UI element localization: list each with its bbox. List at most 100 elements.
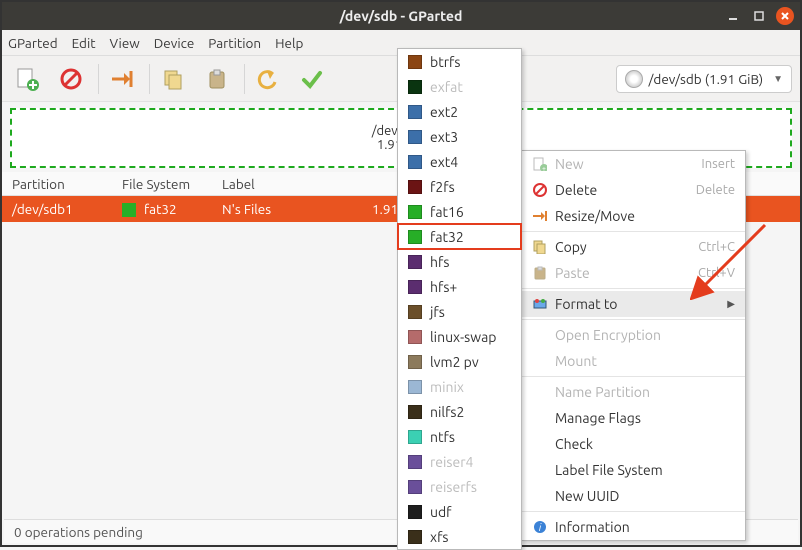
new-icon: + [531,156,549,172]
menu-help[interactable]: Help [275,35,303,51]
menu-device[interactable]: Device [154,35,195,51]
submenu-arrow-icon: ▶ [727,298,735,310]
menu-partition[interactable]: Partition [208,35,261,51]
fs-name-label: ext4 [430,154,458,170]
format-hfs[interactable]: hfs [398,249,521,274]
format-jfs[interactable]: jfs [398,299,521,324]
fs-color-swatch [408,255,422,269]
apply-icon [301,68,323,90]
fs-name-label: ext2 [430,104,458,120]
format-ext3[interactable]: ext3 [398,124,521,149]
cell-filesystem: fat32 [112,201,212,218]
tb-copy[interactable] [156,62,190,96]
menu-edit[interactable]: Edit [72,35,96,51]
close-button[interactable] [776,7,794,25]
col-filesystem[interactable]: File System [112,176,212,192]
maximize-button[interactable] [750,7,768,25]
format-xfs[interactable]: xfs [398,524,521,549]
format-fat32[interactable]: fat32 [398,224,521,249]
ctx-check[interactable]: Check [521,431,745,457]
svg-text:+: + [542,165,546,171]
ctx-open-encryption: Open Encryption [521,322,745,348]
window-controls [724,7,794,25]
fs-color-swatch [408,230,422,244]
fs-name-label: exfat [430,79,463,95]
fs-color-swatch [408,380,422,394]
chevron-down-icon: ▼ [773,73,783,85]
toolbar-separator [98,64,99,94]
disk-icon [625,70,643,88]
ctx-label: Check [555,436,735,452]
fs-color-swatch [408,280,422,294]
ctx-information[interactable]: iInformation [521,514,745,540]
format-hfs-[interactable]: hfs+ [398,274,521,299]
ctx-resize-move[interactable]: Resize/Move [521,203,745,229]
menu-gparted[interactable]: GParted [8,35,58,51]
ctx-label: Information [555,519,735,535]
format-f2fs[interactable]: f2fs [398,174,521,199]
format-fat16[interactable]: fat16 [398,199,521,224]
fs-name-label: jfs [430,304,445,320]
window-titlebar: /dev/sdb - GParted [2,2,800,30]
fs-name-label: fat32 [430,229,464,245]
tb-resize[interactable] [105,62,139,96]
ctx-label: Manage Flags [555,410,735,426]
paste-icon [531,265,549,281]
ctx-accelerator: Delete [696,183,735,197]
ctx-delete[interactable]: DeleteDelete [521,177,745,203]
fs-name-label: ntfs [430,429,455,445]
ctx-label-file-system[interactable]: Label File System [521,457,745,483]
format-reiser4: reiser4 [398,449,521,474]
fs-color-swatch [408,505,422,519]
context-menu-separator [521,288,745,289]
format-nilfs2[interactable]: nilfs2 [398,399,521,424]
fs-color-swatch [408,130,422,144]
format-ext4[interactable]: ext4 [398,149,521,174]
tb-new-partition[interactable] [10,62,44,96]
col-partition[interactable]: Partition [2,176,112,192]
format-udf[interactable]: udf [398,499,521,524]
format-minix: minix [398,374,521,399]
fs-name-label: f2fs [430,179,455,195]
tb-delete[interactable] [54,62,88,96]
copy-icon [531,239,549,255]
cell-partition: /dev/sdb1 [2,201,112,217]
tb-undo[interactable] [251,62,285,96]
partition-context-menu: +NewInsertDeleteDeleteResize/MoveCopyCtr… [520,150,746,541]
fs-name-label: linux-swap [430,329,496,345]
tb-paste[interactable] [200,62,234,96]
ctx-format-to[interactable]: Format to▶ [521,291,745,317]
toolbar-separator [244,64,245,94]
ctx-label: Label File System [555,462,735,478]
format-ext2[interactable]: ext2 [398,99,521,124]
fs-name-label: minix [430,379,464,395]
menu-view[interactable]: View [110,35,140,51]
ctx-label: Open Encryption [555,327,735,343]
ctx-new-uuid[interactable]: New UUID [521,483,745,509]
fs-color-swatch [408,330,422,344]
tb-apply[interactable] [295,62,329,96]
fs-color-swatch [408,155,422,169]
format-linux-swap[interactable]: linux-swap [398,324,521,349]
device-selector[interactable]: /dev/sdb (1.91 GiB) ▼ [616,65,792,93]
fs-color-swatch [408,80,422,94]
format-lvm2-pv[interactable]: lvm2 pv [398,349,521,374]
context-menu-separator [521,231,745,232]
format-btrfs[interactable]: btrfs [398,49,521,74]
blank-icon [531,384,549,400]
fs-name-label: ext3 [430,129,458,145]
resize-icon [110,69,134,89]
minimize-button[interactable] [724,7,742,25]
context-menu-separator [521,511,745,512]
window-title: /dev/sdb - GParted [340,8,463,24]
fs-color-swatch [408,455,422,469]
blank-icon [531,410,549,426]
ctx-copy[interactable]: CopyCtrl+C [521,234,745,260]
blank-icon [531,462,549,478]
close-icon [780,11,790,21]
ctx-manage-flags[interactable]: Manage Flags [521,405,745,431]
format-ntfs[interactable]: ntfs [398,424,521,449]
col-label[interactable]: Label [212,176,352,192]
fs-color-swatch [408,305,422,319]
fs-color-swatch [122,203,136,217]
